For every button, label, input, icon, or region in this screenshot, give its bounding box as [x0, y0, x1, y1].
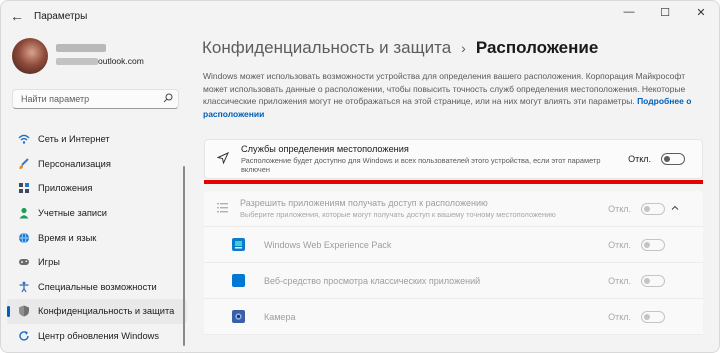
sidebar-item-time-language[interactable]: Время и язык	[7, 225, 187, 250]
breadcrumb-parent[interactable]: Конфиденциальность и защита	[202, 38, 451, 58]
description-text: Windows может использовать возможности у…	[203, 71, 686, 107]
app-access-toggle-wrap: Откл.	[608, 202, 687, 215]
globe-icon	[17, 231, 30, 244]
page-title: Расположение	[475, 38, 599, 57]
app-access-text: Разрешить приложениям получать доступ к …	[240, 198, 608, 219]
app-row-web-experience: Windows Web Experience Pack Откл.	[204, 227, 703, 263]
maximize-button[interactable]: ☐	[647, 1, 683, 23]
web-viewer-icon	[204, 274, 256, 287]
app-toggle[interactable]	[641, 274, 665, 287]
location-services-text: Службы определения местоположения Распол…	[241, 144, 628, 175]
sidebar-item-label: Специальные возможности	[38, 281, 157, 292]
person-icon	[17, 207, 30, 220]
search-icon[interactable]	[158, 93, 178, 106]
app-access-toggle[interactable]	[641, 202, 665, 215]
shield-icon	[17, 305, 30, 318]
sidebar-scrollbar[interactable]	[183, 166, 185, 346]
avatar[interactable]	[12, 38, 48, 74]
app-toggle-wrap: Откл.	[608, 238, 665, 251]
app-row-text: Камера	[256, 312, 608, 322]
location-services-title: Службы определения местоположения	[241, 143, 409, 154]
app-state: Откл.	[608, 275, 631, 286]
location-services-toggle-wrap: Откл.	[628, 153, 685, 165]
sidebar-item-label: Центр обновления Windows	[38, 331, 159, 342]
highlight-underline	[204, 180, 703, 184]
main-content: Конфиденциальность и защита › Расположен…	[191, 31, 719, 352]
minimize-button[interactable]: —	[611, 1, 647, 23]
web-experience-icon	[204, 238, 256, 251]
app-name: Веб-средство просмотра классических прил…	[264, 275, 481, 286]
breadcrumb: Конфиденциальность и защита › Расположен…	[202, 38, 598, 58]
app-toggle-wrap: Откл.	[608, 310, 665, 323]
sidebar-item-accounts[interactable]: Учетные записи	[7, 201, 187, 226]
app-access-header[interactable]: Разрешить приложениям получать доступ к …	[204, 191, 703, 227]
sidebar-item-windows-update[interactable]: Центр обновления Windows	[7, 324, 187, 349]
app-row-camera: Камера Откл.	[204, 299, 703, 335]
location-services-subtitle: Расположение будет доступно для Windows …	[241, 155, 601, 175]
app-access-subtitle: Выберите приложения, которые могут получ…	[240, 210, 556, 219]
user-email-redacted	[56, 58, 98, 65]
sidebar-item-privacy-security[interactable]: Конфиденциальность и защита	[7, 299, 187, 324]
window-controls: — ☐ ✕	[611, 1, 719, 23]
list-icon	[204, 202, 240, 216]
location-services-toggle[interactable]	[661, 153, 685, 165]
sidebar-item-label: Учетные записи	[38, 208, 107, 219]
app-state: Откл.	[608, 239, 631, 250]
user-name-redacted	[56, 44, 106, 52]
app-name: Камера	[264, 311, 296, 322]
app-toggle-wrap: Откл.	[608, 274, 665, 287]
chevron-up-icon[interactable]	[671, 204, 687, 214]
app-row-text: Windows Web Experience Pack	[256, 240, 608, 250]
sidebar-item-label: Персонализация	[38, 158, 111, 169]
wifi-icon	[17, 133, 30, 146]
app-toggle[interactable]	[641, 238, 665, 251]
sidebar-item-apps[interactable]: Приложения	[7, 176, 187, 201]
app-row-text: Веб-средство просмотра классических прил…	[256, 276, 608, 286]
sidebar-item-label: Конфиденциальность и защита	[38, 306, 175, 317]
back-arrow-icon[interactable]: ←	[3, 4, 31, 28]
sidebar: outlook.com Сеть и Интернет Персонализац…	[1, 31, 191, 352]
search-input[interactable]	[21, 94, 158, 104]
gamepad-icon	[17, 256, 30, 269]
sidebar-item-label: Сеть и Интернет	[38, 134, 110, 145]
app-state: Откл.	[608, 311, 631, 322]
settings-window: ← Параметры — ☐ ✕ outlook.com Сеть и Инт…	[0, 0, 720, 353]
app-name: Windows Web Experience Pack	[264, 239, 392, 250]
accessibility-icon	[17, 280, 30, 293]
app-title: Параметры	[34, 10, 88, 22]
app-access-title: Разрешить приложениям получать доступ к …	[240, 198, 488, 208]
sidebar-item-accessibility[interactable]: Специальные возможности	[7, 275, 187, 300]
camera-icon	[204, 310, 256, 323]
page-description: Windows может использовать возможности у…	[203, 70, 708, 120]
close-button[interactable]: ✕	[683, 1, 719, 23]
sidebar-item-gaming[interactable]: Игры	[7, 250, 187, 275]
apps-icon	[17, 182, 30, 195]
app-toggle[interactable]	[641, 310, 665, 323]
location-services-state: Откл.	[628, 154, 651, 164]
user-email: outlook.com	[98, 56, 144, 66]
sidebar-item-personalization[interactable]: Персонализация	[7, 152, 187, 177]
sidebar-item-network[interactable]: Сеть и Интернет	[7, 127, 187, 152]
breadcrumb-separator: ›	[461, 40, 466, 56]
location-arrow-icon	[205, 151, 241, 167]
app-access-group: Разрешить приложениям получать доступ к …	[204, 191, 703, 335]
update-icon	[17, 330, 30, 343]
app-row-web-viewer: Веб-средство просмотра классических прил…	[204, 263, 703, 299]
sidebar-item-label: Игры	[38, 257, 60, 268]
location-services-card[interactable]: Службы определения местоположения Распол…	[204, 139, 703, 179]
app-access-state: Откл.	[608, 203, 631, 214]
search-box[interactable]	[12, 89, 179, 109]
brush-icon	[17, 157, 30, 170]
title-bar: ← Параметры — ☐ ✕	[1, 1, 719, 31]
sidebar-nav: Сеть и Интернет Персонализация Приложени…	[7, 127, 187, 348]
sidebar-item-label: Приложения	[38, 183, 93, 194]
sidebar-item-label: Время и язык	[38, 232, 97, 243]
